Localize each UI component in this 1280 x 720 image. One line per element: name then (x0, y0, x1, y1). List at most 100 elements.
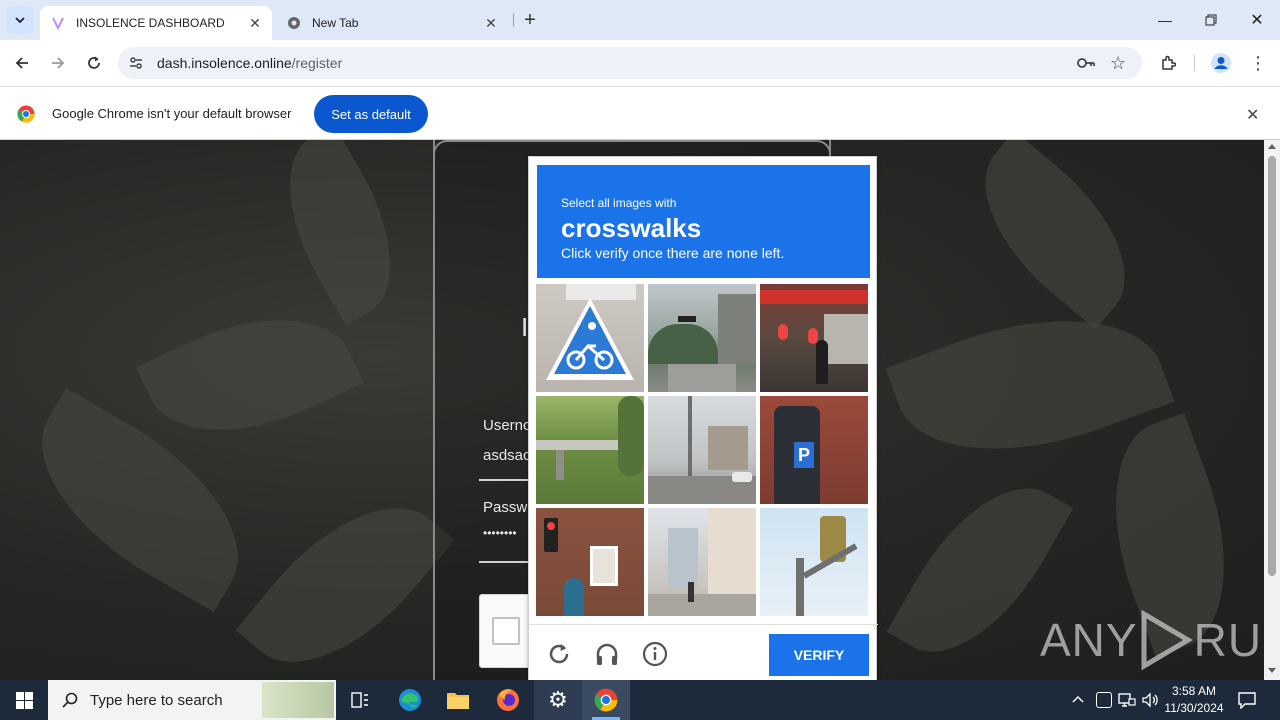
traffic-signal-pole (796, 558, 804, 616)
tab-title: New Tab (312, 16, 359, 30)
tab-insolence-dashboard[interactable]: INSOLENCE DASHBOARD ✕ (40, 6, 272, 40)
volume-icon[interactable] (1142, 692, 1160, 708)
notifications-button[interactable] (1238, 691, 1256, 710)
verify-button[interactable]: VERIFY (769, 634, 869, 676)
captcha-checkbox[interactable] (492, 617, 520, 645)
search-highlight-image (262, 682, 334, 718)
taskbar-search-box[interactable]: Type here to search (48, 680, 336, 720)
clock-time: 3:58 AM (1171, 684, 1217, 698)
building-right (708, 508, 756, 594)
captcha-tile-5[interactable] (648, 396, 756, 504)
taskbar-clock[interactable]: 3:58 AM 11/30/2024 (1160, 683, 1228, 717)
site-info-icon[interactable] (128, 55, 144, 76)
close-infobar-icon[interactable]: ✕ (1246, 105, 1259, 125)
default-browser-infobar: Google Chrome isn't your default browser… (0, 86, 1280, 140)
watermark-text-any: ANY (1040, 614, 1138, 666)
minimize-button[interactable]: — (1142, 0, 1188, 40)
infobar-message: Google Chrome isn't your default browser (52, 106, 292, 121)
restore-button[interactable] (1188, 0, 1234, 40)
reload-button[interactable] (78, 47, 110, 79)
background-leaf (950, 140, 1160, 330)
windows-taskbar: Type here to search ⚙ 3:58 AM 11/30/2024 (0, 680, 1280, 720)
captcha-tile-9[interactable] (760, 508, 868, 616)
captcha-tile-8[interactable] (648, 508, 756, 616)
toolbar-divider (1194, 55, 1195, 71)
chrome-taskbar-button[interactable] (582, 680, 630, 720)
scroll-up-arrow-icon[interactable] (1268, 144, 1276, 149)
tab-new-tab[interactable]: New Tab ✕ (276, 6, 508, 40)
url-path: /register (291, 55, 343, 71)
chrome-icon (594, 688, 618, 712)
edge-taskbar-button[interactable] (386, 680, 434, 720)
pedestrian (688, 582, 694, 602)
firefox-taskbar-button[interactable] (484, 680, 532, 720)
file-explorer-taskbar-button[interactable] (434, 680, 482, 720)
settings-taskbar-button[interactable]: ⚙ (534, 680, 582, 720)
tab-title: INSOLENCE DASHBOARD (76, 16, 225, 30)
anyrun-watermark: ANY RUN (1040, 610, 1264, 670)
password-key-icon[interactable] (1076, 55, 1096, 76)
kebab-menu-icon: ⋮ (1249, 52, 1267, 73)
puzzle-icon (1162, 55, 1176, 70)
firefox-icon (497, 689, 519, 711)
menu-button[interactable]: ⋮ (1242, 47, 1274, 79)
tab-divider (513, 13, 514, 27)
parking-p-icon: P (794, 442, 814, 468)
task-view-icon (351, 692, 368, 708)
extensions-button[interactable] (1152, 47, 1184, 79)
tab-search-button[interactable] (6, 6, 34, 34)
chevron-down-icon (15, 17, 25, 24)
watermark-text-run: RUN (1193, 614, 1264, 666)
site-favicon-icon (50, 15, 66, 31)
arrow-left-icon (15, 57, 28, 69)
close-tab-icon[interactable]: ✕ (482, 14, 500, 32)
arrow-right-icon (52, 57, 65, 69)
new-tab-button[interactable]: + (518, 8, 542, 32)
start-button[interactable] (0, 680, 48, 720)
street-road (668, 364, 736, 392)
building-left (668, 528, 698, 588)
address-bar[interactable]: dash.insolence.online/register ☆ (118, 47, 1142, 79)
captcha-tile-2[interactable] (648, 284, 756, 392)
back-button[interactable] (6, 47, 38, 79)
reload-challenge-button[interactable] (544, 639, 574, 669)
password-field[interactable]: •••••••• (483, 526, 517, 540)
captcha-hint: Click verify once there are none left. (561, 245, 785, 261)
bookmark-star-icon[interactable]: ☆ (1110, 53, 1126, 74)
password-label: Passw (483, 499, 528, 516)
page-scrollbar[interactable] (1264, 140, 1280, 680)
captcha-header: Select all images with crosswalks Click … (537, 165, 870, 278)
tray-device-icon[interactable] (1096, 692, 1112, 708)
chevron-up-icon (1072, 695, 1084, 703)
traffic-light-icon (678, 316, 696, 322)
captcha-tile-6[interactable]: P (760, 396, 868, 504)
audio-challenge-button[interactable] (592, 639, 622, 669)
scrollbar-thumb[interactable] (1268, 156, 1276, 576)
captcha-tile-4[interactable] (536, 396, 644, 504)
lantern (778, 324, 788, 340)
captcha-tile-7[interactable] (536, 508, 644, 616)
building (708, 426, 748, 470)
restore-icon (1205, 14, 1217, 26)
scroll-down-arrow-icon[interactable] (1268, 668, 1276, 673)
red-banner (760, 290, 868, 304)
close-tab-icon[interactable]: ✕ (246, 14, 264, 32)
bridge-pillar (556, 450, 564, 480)
play-logo-icon (1141, 610, 1193, 670)
profile-button[interactable] (1205, 47, 1237, 79)
info-button[interactable] (640, 639, 670, 669)
search-icon (62, 692, 78, 708)
captcha-tile-3[interactable] (760, 284, 868, 392)
window (590, 546, 618, 586)
info-icon (642, 641, 668, 667)
gear-icon: ⚙ (548, 687, 568, 712)
task-view-button[interactable] (336, 680, 384, 720)
show-hidden-icons-button[interactable] (1070, 692, 1086, 708)
background-leaf (256, 140, 424, 326)
network-icon[interactable] (1118, 692, 1136, 708)
username-field[interactable]: asdsac (483, 447, 531, 464)
captcha-tile-1[interactable] (536, 284, 644, 392)
forward-button[interactable] (42, 47, 74, 79)
set-as-default-button[interactable]: Set as default (314, 95, 428, 133)
close-window-button[interactable]: ✕ (1234, 0, 1280, 40)
